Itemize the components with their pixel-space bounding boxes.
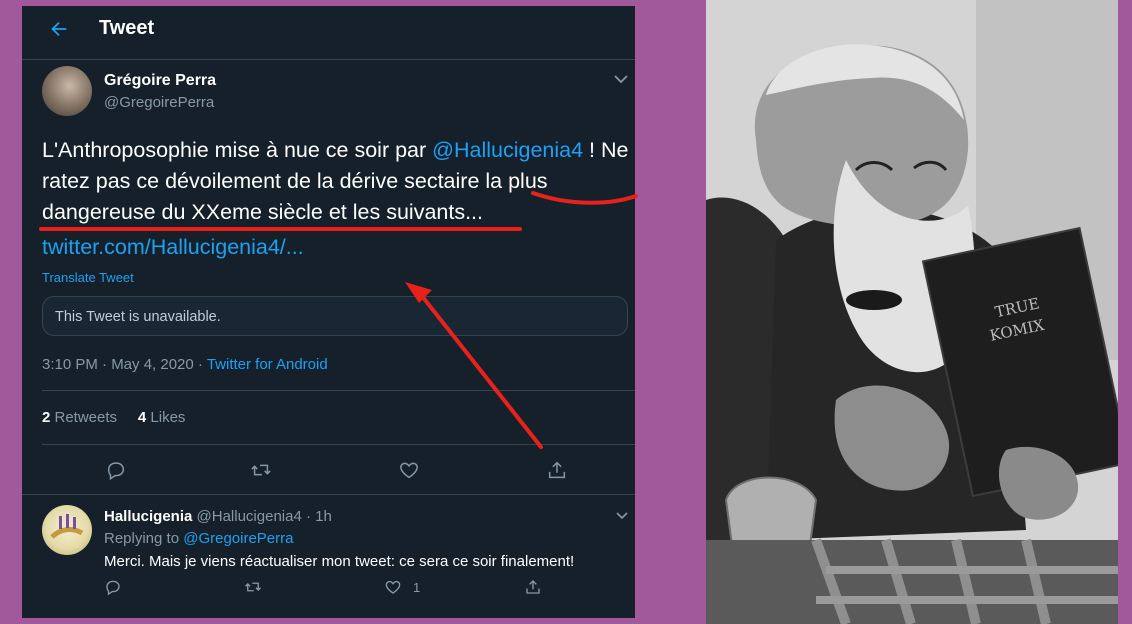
likes-count: 4 [137, 409, 147, 426]
tweet-mention-link[interactable]: @Hallucigenia4 [432, 138, 583, 162]
chevron-down-icon[interactable] [614, 74, 628, 84]
tweet-timestamp[interactable]: 3:10 PM · May 4, 2020 · [42, 356, 207, 373]
divider [42, 390, 635, 391]
reply-author-avatar[interactable] [42, 505, 92, 555]
replying-to: Replying to @GregoirePerra [104, 530, 294, 547]
retweet-icon[interactable] [244, 578, 262, 596]
chevron-down-icon[interactable] [616, 512, 628, 520]
replying-prefix: Replying to [104, 530, 184, 547]
tweet-source-link[interactable]: Twitter for Android [207, 356, 328, 373]
like-icon[interactable] [398, 459, 420, 481]
retweets-stat[interactable]: 2 Retweets [42, 409, 117, 426]
likes-label: Likes [146, 409, 186, 426]
reply-like-count: 1 [413, 580, 421, 595]
unavailable-text: This Tweet is unavailable. [55, 309, 221, 325]
divider [42, 444, 635, 445]
retweets-label: Retweets [50, 409, 118, 426]
back-arrow-icon[interactable] [48, 18, 70, 40]
like-icon[interactable] [384, 578, 402, 596]
avatar-illustration [50, 514, 84, 539]
author-avatar[interactable] [42, 66, 92, 116]
author-handle[interactable]: @GregoirePerra [104, 94, 214, 111]
reply-icon[interactable] [105, 459, 127, 481]
page-title: Tweet [99, 17, 155, 39]
replying-to-link[interactable]: @GregoirePerra [183, 530, 293, 547]
tweet-text-part1: L'Anthroposophie mise à nue ce soir par [42, 138, 433, 162]
tweet-stats: 2 Retweets 4 Likes [42, 409, 185, 426]
tweet-panel: Tweet Grégoire Perra @GregoirePerra L'An… [22, 6, 635, 618]
reply-text: Merci. Mais je viens réactualiser mon tw… [104, 553, 575, 570]
reply-icon[interactable] [104, 578, 122, 596]
retweet-icon[interactable] [250, 459, 272, 481]
reply-handle-time: @Hallucigenia4 · 1h [192, 508, 332, 525]
tweet-text: L'Anthroposophie mise à nue ce soir par … [42, 135, 632, 228]
tweet-meta: 3:10 PM · May 4, 2020 · Twitter for Andr… [42, 356, 328, 373]
reply-author-name: Hallucigenia [104, 508, 193, 525]
reply-author[interactable]: Hallucigenia @Hallucigenia4 · 1h [104, 508, 332, 525]
tweet-url-link[interactable]: twitter.com/Hallucigenia4/... [42, 235, 304, 260]
translate-tweet-link[interactable]: Translate Tweet [42, 270, 134, 285]
photo-man-holding-book: TRUE KOMIX [706, 0, 1118, 624]
author-name[interactable]: Grégoire Perra [104, 72, 216, 90]
divider [22, 494, 635, 495]
share-icon[interactable] [546, 459, 568, 481]
photo-illustration: TRUE KOMIX [706, 0, 1118, 624]
likes-stat[interactable]: 4 Likes [138, 409, 186, 426]
share-icon[interactable] [524, 578, 542, 596]
quoted-tweet-unavailable: This Tweet is unavailable. [42, 296, 628, 336]
tweet-header: Tweet [22, 6, 635, 60]
